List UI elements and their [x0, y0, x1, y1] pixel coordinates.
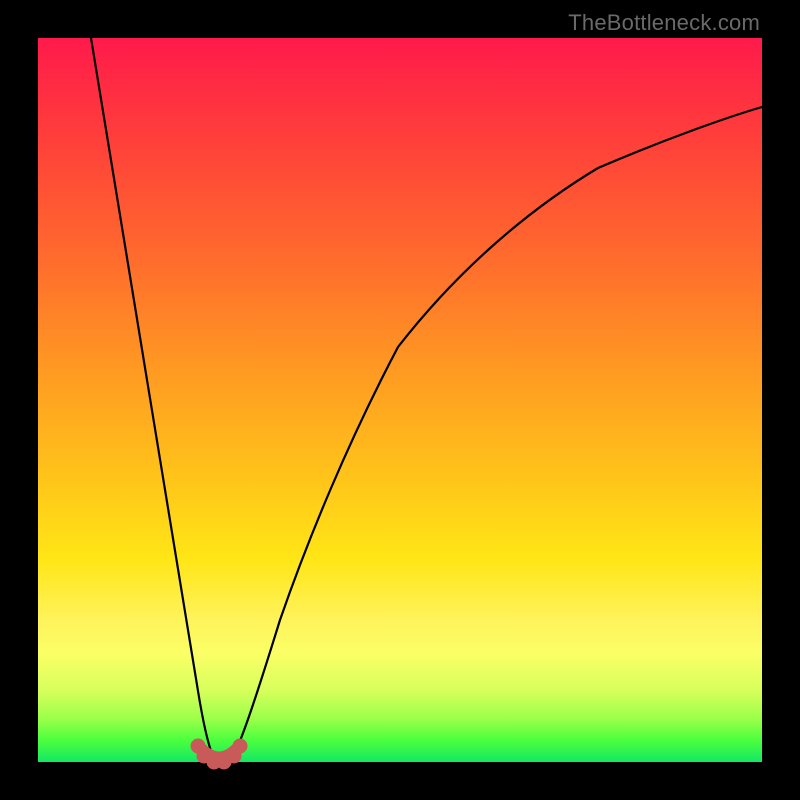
watermark-text: TheBottleneck.com	[568, 10, 760, 36]
curve-layer	[38, 38, 762, 762]
plot-area	[38, 38, 762, 762]
curve-left-branch	[91, 38, 212, 754]
curve-right-branch	[234, 107, 762, 754]
trough-markers	[191, 739, 247, 769]
chart-frame: TheBottleneck.com	[0, 0, 800, 800]
